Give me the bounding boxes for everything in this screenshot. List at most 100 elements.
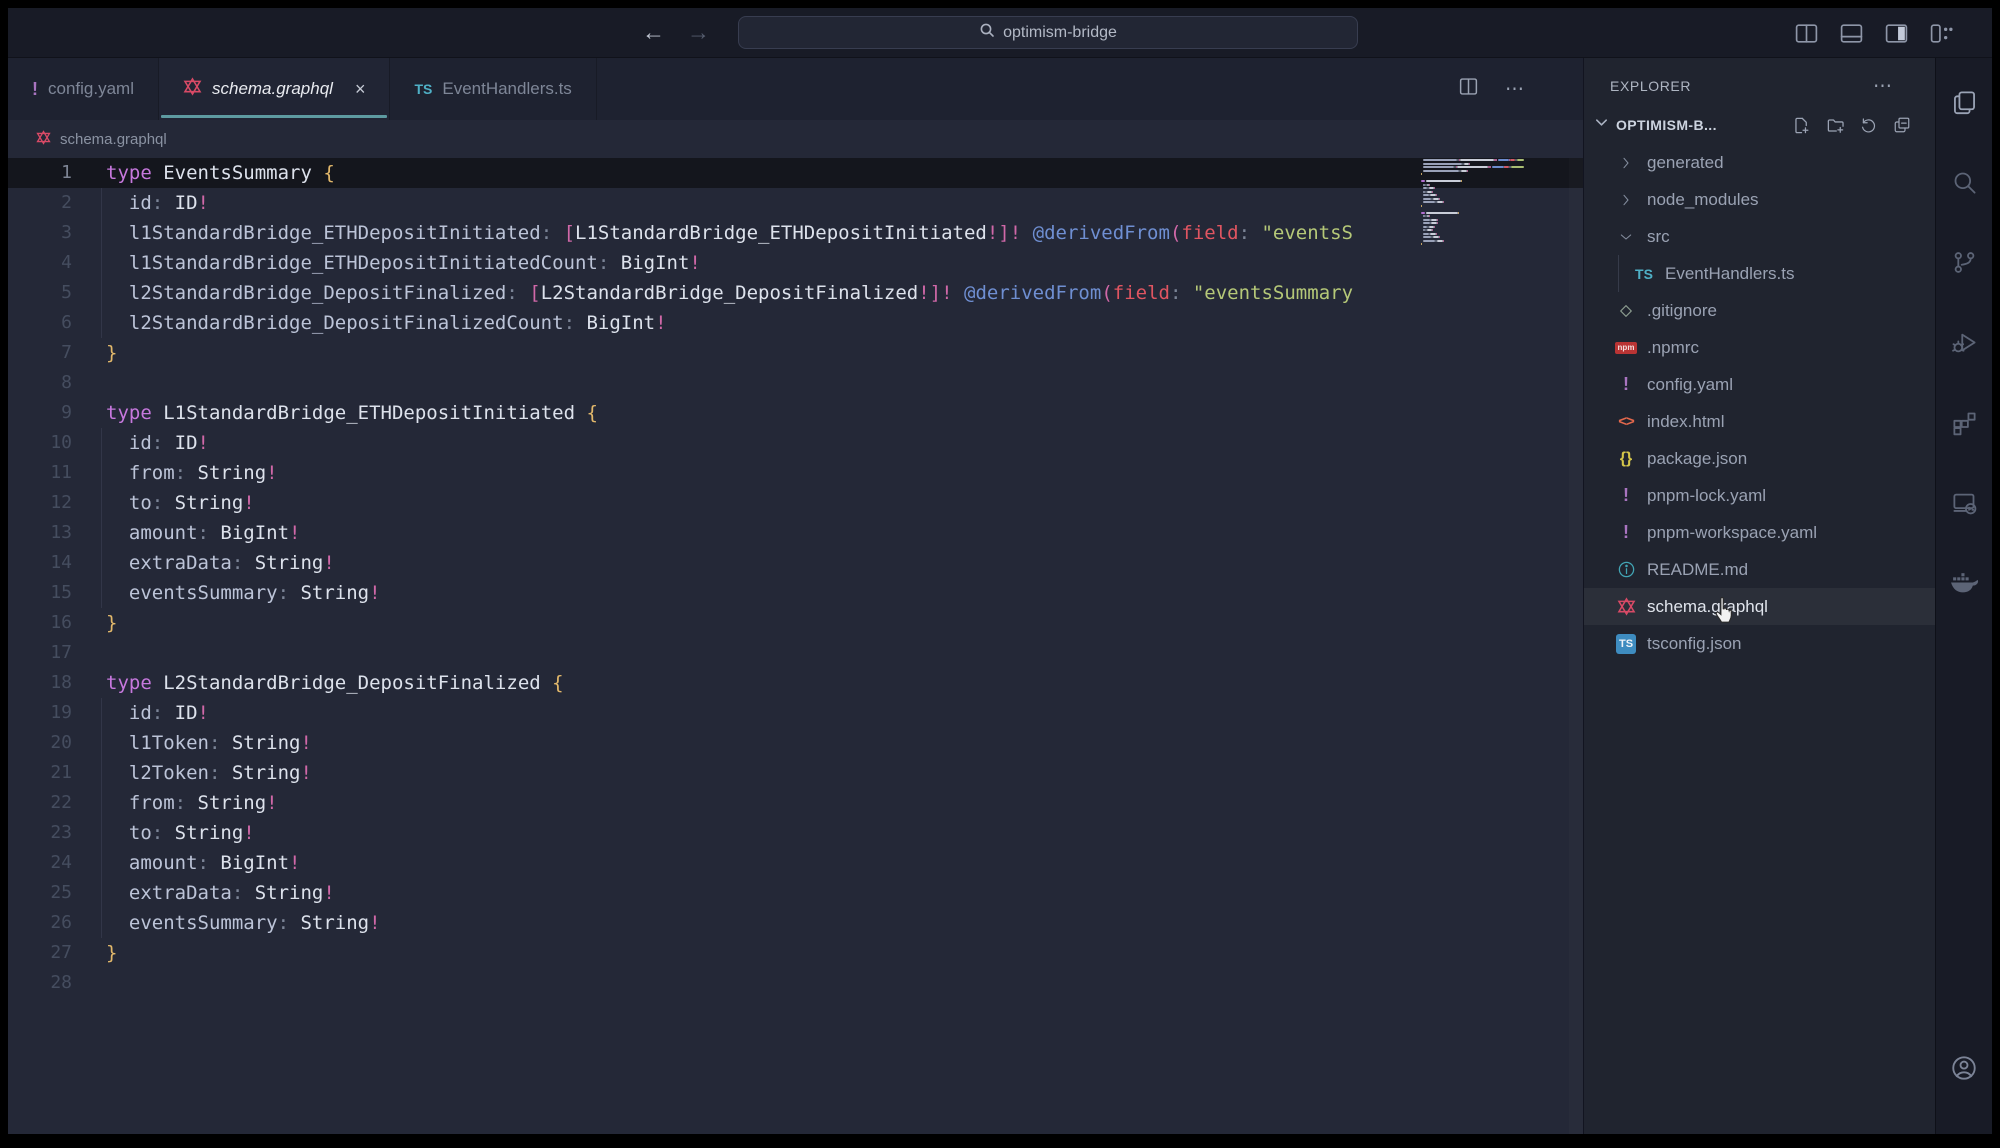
code-line[interactable]: 3 l1StandardBridge_ETHDepositInitiated: … (8, 218, 1583, 248)
file-config-yaml[interactable]: !config.yaml (1584, 366, 1935, 403)
graphql-icon (1614, 597, 1638, 616)
code-line[interactable]: 16} (8, 608, 1583, 638)
line-number: 18 (8, 668, 72, 698)
customize-layout-icon[interactable] (1929, 21, 1954, 46)
code-line[interactable]: 18type L2StandardBridge_DepositFinalized… (8, 668, 1583, 698)
explorer-more-actions-icon[interactable]: ⋯ (1873, 75, 1893, 98)
line-text: l1Token: String! (72, 728, 312, 758)
code-line[interactable]: 25 extraData: String! (8, 878, 1583, 908)
code-lines: 1type EventsSummary {2 id: ID!3 l1Standa… (8, 158, 1583, 998)
file-index-html[interactable]: <>index.html (1584, 403, 1935, 440)
docker-icon[interactable] (1936, 542, 1992, 622)
code-line[interactable]: 27} (8, 938, 1583, 968)
code-line[interactable]: 1type EventsSummary { (8, 158, 1583, 188)
code-line[interactable]: 5 l2StandardBridge_DepositFinalized: [L2… (8, 278, 1583, 308)
account-icon[interactable] (1936, 1028, 1992, 1108)
navigate-forward-icon[interactable]: → (687, 21, 710, 44)
split-editor-layout-icon[interactable] (1794, 21, 1819, 46)
code-line[interactable]: 21 l2Token: String! (8, 758, 1583, 788)
folder-src[interactable]: src (1584, 218, 1935, 255)
code-line[interactable]: 4 l1StandardBridge_ETHDepositInitiatedCo… (8, 248, 1583, 278)
file-name: src (1647, 227, 1670, 247)
tab-eventhandlers-ts[interactable]: TS EventHandlers.ts (390, 58, 596, 120)
line-number: 12 (8, 488, 72, 518)
tab-schema-graphql[interactable]: schema.graphql × (159, 58, 390, 120)
line-text: } (72, 338, 117, 368)
explorer-title: EXPLORER (1610, 78, 1691, 94)
source-control-icon[interactable] (1936, 222, 1992, 302)
file-readme-md[interactable]: README.md (1584, 551, 1935, 588)
file-pnpm-workspace-yaml[interactable]: !pnpm-workspace.yaml (1584, 514, 1935, 551)
secondary-sidebar-layout-icon[interactable] (1884, 21, 1909, 46)
code-line[interactable]: 9type L1StandardBridge_ETHDepositInitiat… (8, 398, 1583, 428)
line-text: } (72, 608, 117, 638)
panel-layout-icon[interactable] (1839, 21, 1864, 46)
collapse-all-icon[interactable] (1893, 116, 1911, 134)
line-text: l2Token: String! (72, 758, 312, 788)
line-number: 3 (8, 218, 72, 248)
file-package-json[interactable]: {}package.json (1584, 440, 1935, 477)
file-pnpm-lock-yaml[interactable]: !pnpm-lock.yaml (1584, 477, 1935, 514)
code-line[interactable]: 7} (8, 338, 1583, 368)
line-number: 15 (8, 578, 72, 608)
code-line[interactable]: 13 amount: BigInt! (8, 518, 1583, 548)
code-line[interactable]: 24 amount: BigInt! (8, 848, 1583, 878)
file--npmrc[interactable]: npm.npmrc (1584, 329, 1935, 366)
typescript-file-icon: TS (414, 81, 432, 97)
line-text: l1StandardBridge_ETHDepositInitiatedCoun… (72, 248, 701, 278)
more-actions-icon[interactable]: ⋯ (1505, 78, 1525, 101)
breadcrumb[interactable]: schema.graphql (8, 120, 1583, 158)
tab-label: schema.graphql (212, 79, 333, 99)
chevron-down-icon (1594, 115, 1609, 135)
code-line[interactable]: 8 (8, 368, 1583, 398)
extensions-icon[interactable] (1936, 382, 1992, 462)
line-number: 21 (8, 758, 72, 788)
command-center-search[interactable]: optimism-bridge (738, 16, 1358, 49)
search-icon[interactable] (1936, 142, 1992, 222)
code-line[interactable]: 14 extraData: String! (8, 548, 1583, 578)
editor-scrollbar[interactable] (1569, 158, 1583, 1134)
file-name: index.html (1647, 412, 1724, 432)
folder-node-modules[interactable]: node_modules (1584, 181, 1935, 218)
line-text: eventsSummary: String! (72, 578, 381, 608)
remote-explorer-icon[interactable] (1936, 462, 1992, 542)
workspace-section-header[interactable]: OPTIMISM-B... (1584, 108, 1935, 142)
new-file-icon[interactable] (1792, 116, 1811, 135)
folder-generated[interactable]: generated (1584, 144, 1935, 181)
file--gitignore[interactable]: .gitignore (1584, 292, 1935, 329)
code-line[interactable]: 20 l1Token: String! (8, 728, 1583, 758)
line-number: 7 (8, 338, 72, 368)
code-line[interactable]: 19 id: ID! (8, 698, 1583, 728)
close-tab-icon[interactable]: × (355, 79, 366, 100)
split-editor-icon[interactable] (1458, 76, 1479, 102)
code-line[interactable]: 28 (8, 968, 1583, 998)
file-name: README.md (1647, 560, 1748, 580)
breadcrumb-file: schema.graphql (60, 131, 167, 148)
code-line[interactable]: 15 eventsSummary: String! (8, 578, 1583, 608)
yaml-file-icon: ! (32, 79, 38, 100)
line-text: } (72, 938, 117, 968)
code-line[interactable]: 22 from: String! (8, 788, 1583, 818)
refresh-icon[interactable] (1860, 116, 1878, 134)
code-line[interactable]: 11 from: String! (8, 458, 1583, 488)
file-name: generated (1647, 153, 1724, 173)
line-number: 20 (8, 728, 72, 758)
file-eventhandlers-ts[interactable]: TSEventHandlers.ts (1584, 255, 1935, 292)
chevron-down-icon (1614, 229, 1638, 245)
code-line[interactable]: 17 (8, 638, 1583, 668)
code-line[interactable]: 6 l2StandardBridge_DepositFinalizedCount… (8, 308, 1583, 338)
navigate-back-icon[interactable]: ← (642, 21, 665, 44)
new-folder-icon[interactable] (1826, 116, 1845, 135)
code-editor[interactable]: 1type EventsSummary {2 id: ID!3 l1Standa… (8, 158, 1583, 1134)
code-line[interactable]: 12 to: String! (8, 488, 1583, 518)
minimap[interactable] (1421, 158, 1567, 250)
tab-config-yaml[interactable]: ! config.yaml (8, 58, 159, 120)
run-debug-icon[interactable] (1936, 302, 1992, 382)
code-line[interactable]: 26 eventsSummary: String! (8, 908, 1583, 938)
code-line[interactable]: 23 to: String! (8, 818, 1583, 848)
code-line[interactable]: 2 id: ID! (8, 188, 1583, 218)
files-icon[interactable] (1936, 62, 1992, 142)
file-schema-graphql[interactable]: schema.graphql (1584, 588, 1935, 625)
file-tsconfig-json[interactable]: TStsconfig.json (1584, 625, 1935, 662)
code-line[interactable]: 10 id: ID! (8, 428, 1583, 458)
